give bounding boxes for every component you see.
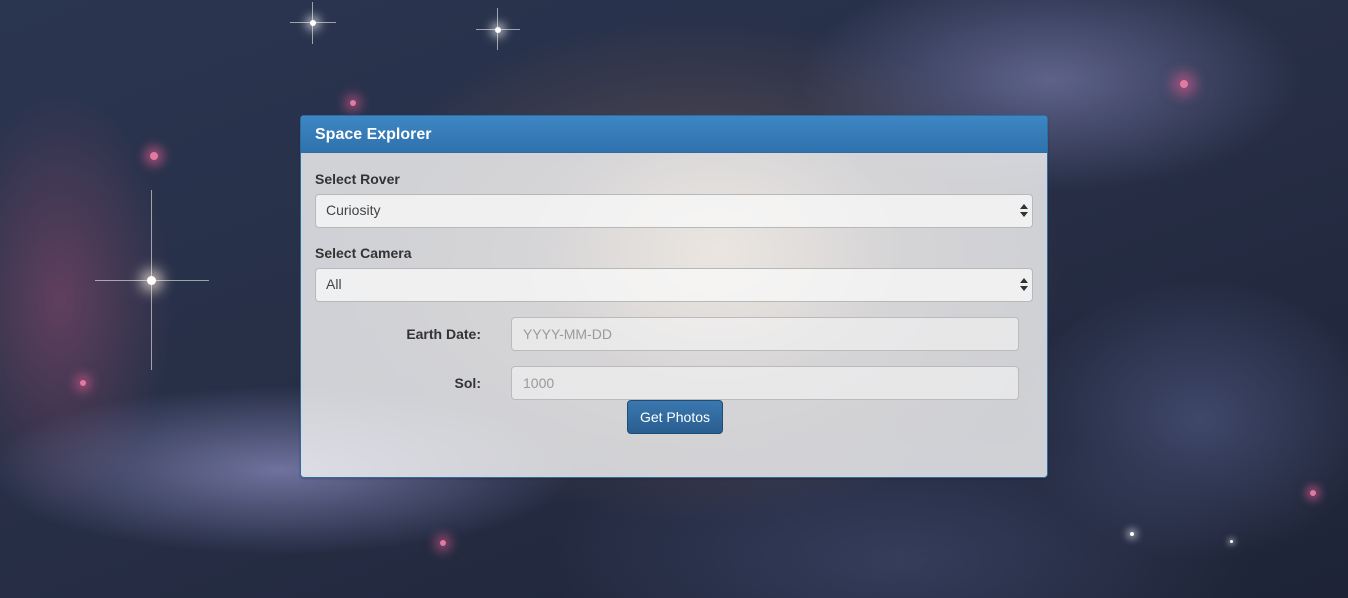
panel-heading: Space Explorer <box>301 116 1047 153</box>
earth-date-label: Earth Date: <box>406 326 481 342</box>
rover-label: Select Rover <box>315 171 400 187</box>
updown-arrows-icon <box>1020 277 1028 293</box>
camera-select[interactable]: All <box>315 268 1033 302</box>
star-icon <box>350 100 356 106</box>
star-icon <box>80 380 86 386</box>
star-flare <box>497 8 498 50</box>
star-icon <box>1130 532 1134 536</box>
star-icon <box>310 20 316 26</box>
space-explorer-panel: Space Explorer Select Rover Curiosity Se… <box>300 115 1048 478</box>
get-photos-button[interactable]: Get Photos <box>627 400 723 434</box>
star-flare <box>95 280 209 281</box>
sol-label: Sol: <box>454 375 481 391</box>
rover-select[interactable]: Curiosity <box>315 194 1033 228</box>
star-icon <box>1310 490 1316 496</box>
star-flare <box>290 22 336 23</box>
star-flare <box>151 190 152 370</box>
star-icon <box>495 27 501 33</box>
camera-select-value: All <box>326 276 342 292</box>
sol-input[interactable] <box>511 366 1019 400</box>
rover-select-value: Curiosity <box>326 202 381 218</box>
star-icon <box>150 152 158 160</box>
star-icon <box>440 540 446 546</box>
panel-title: Space Explorer <box>315 126 432 143</box>
star-icon <box>1230 540 1233 543</box>
star-icon <box>1180 80 1188 88</box>
camera-label: Select Camera <box>315 245 412 261</box>
updown-arrows-icon <box>1020 203 1028 219</box>
star-flare <box>476 29 520 30</box>
earth-date-input[interactable] <box>511 317 1019 351</box>
star-flare <box>312 2 313 44</box>
